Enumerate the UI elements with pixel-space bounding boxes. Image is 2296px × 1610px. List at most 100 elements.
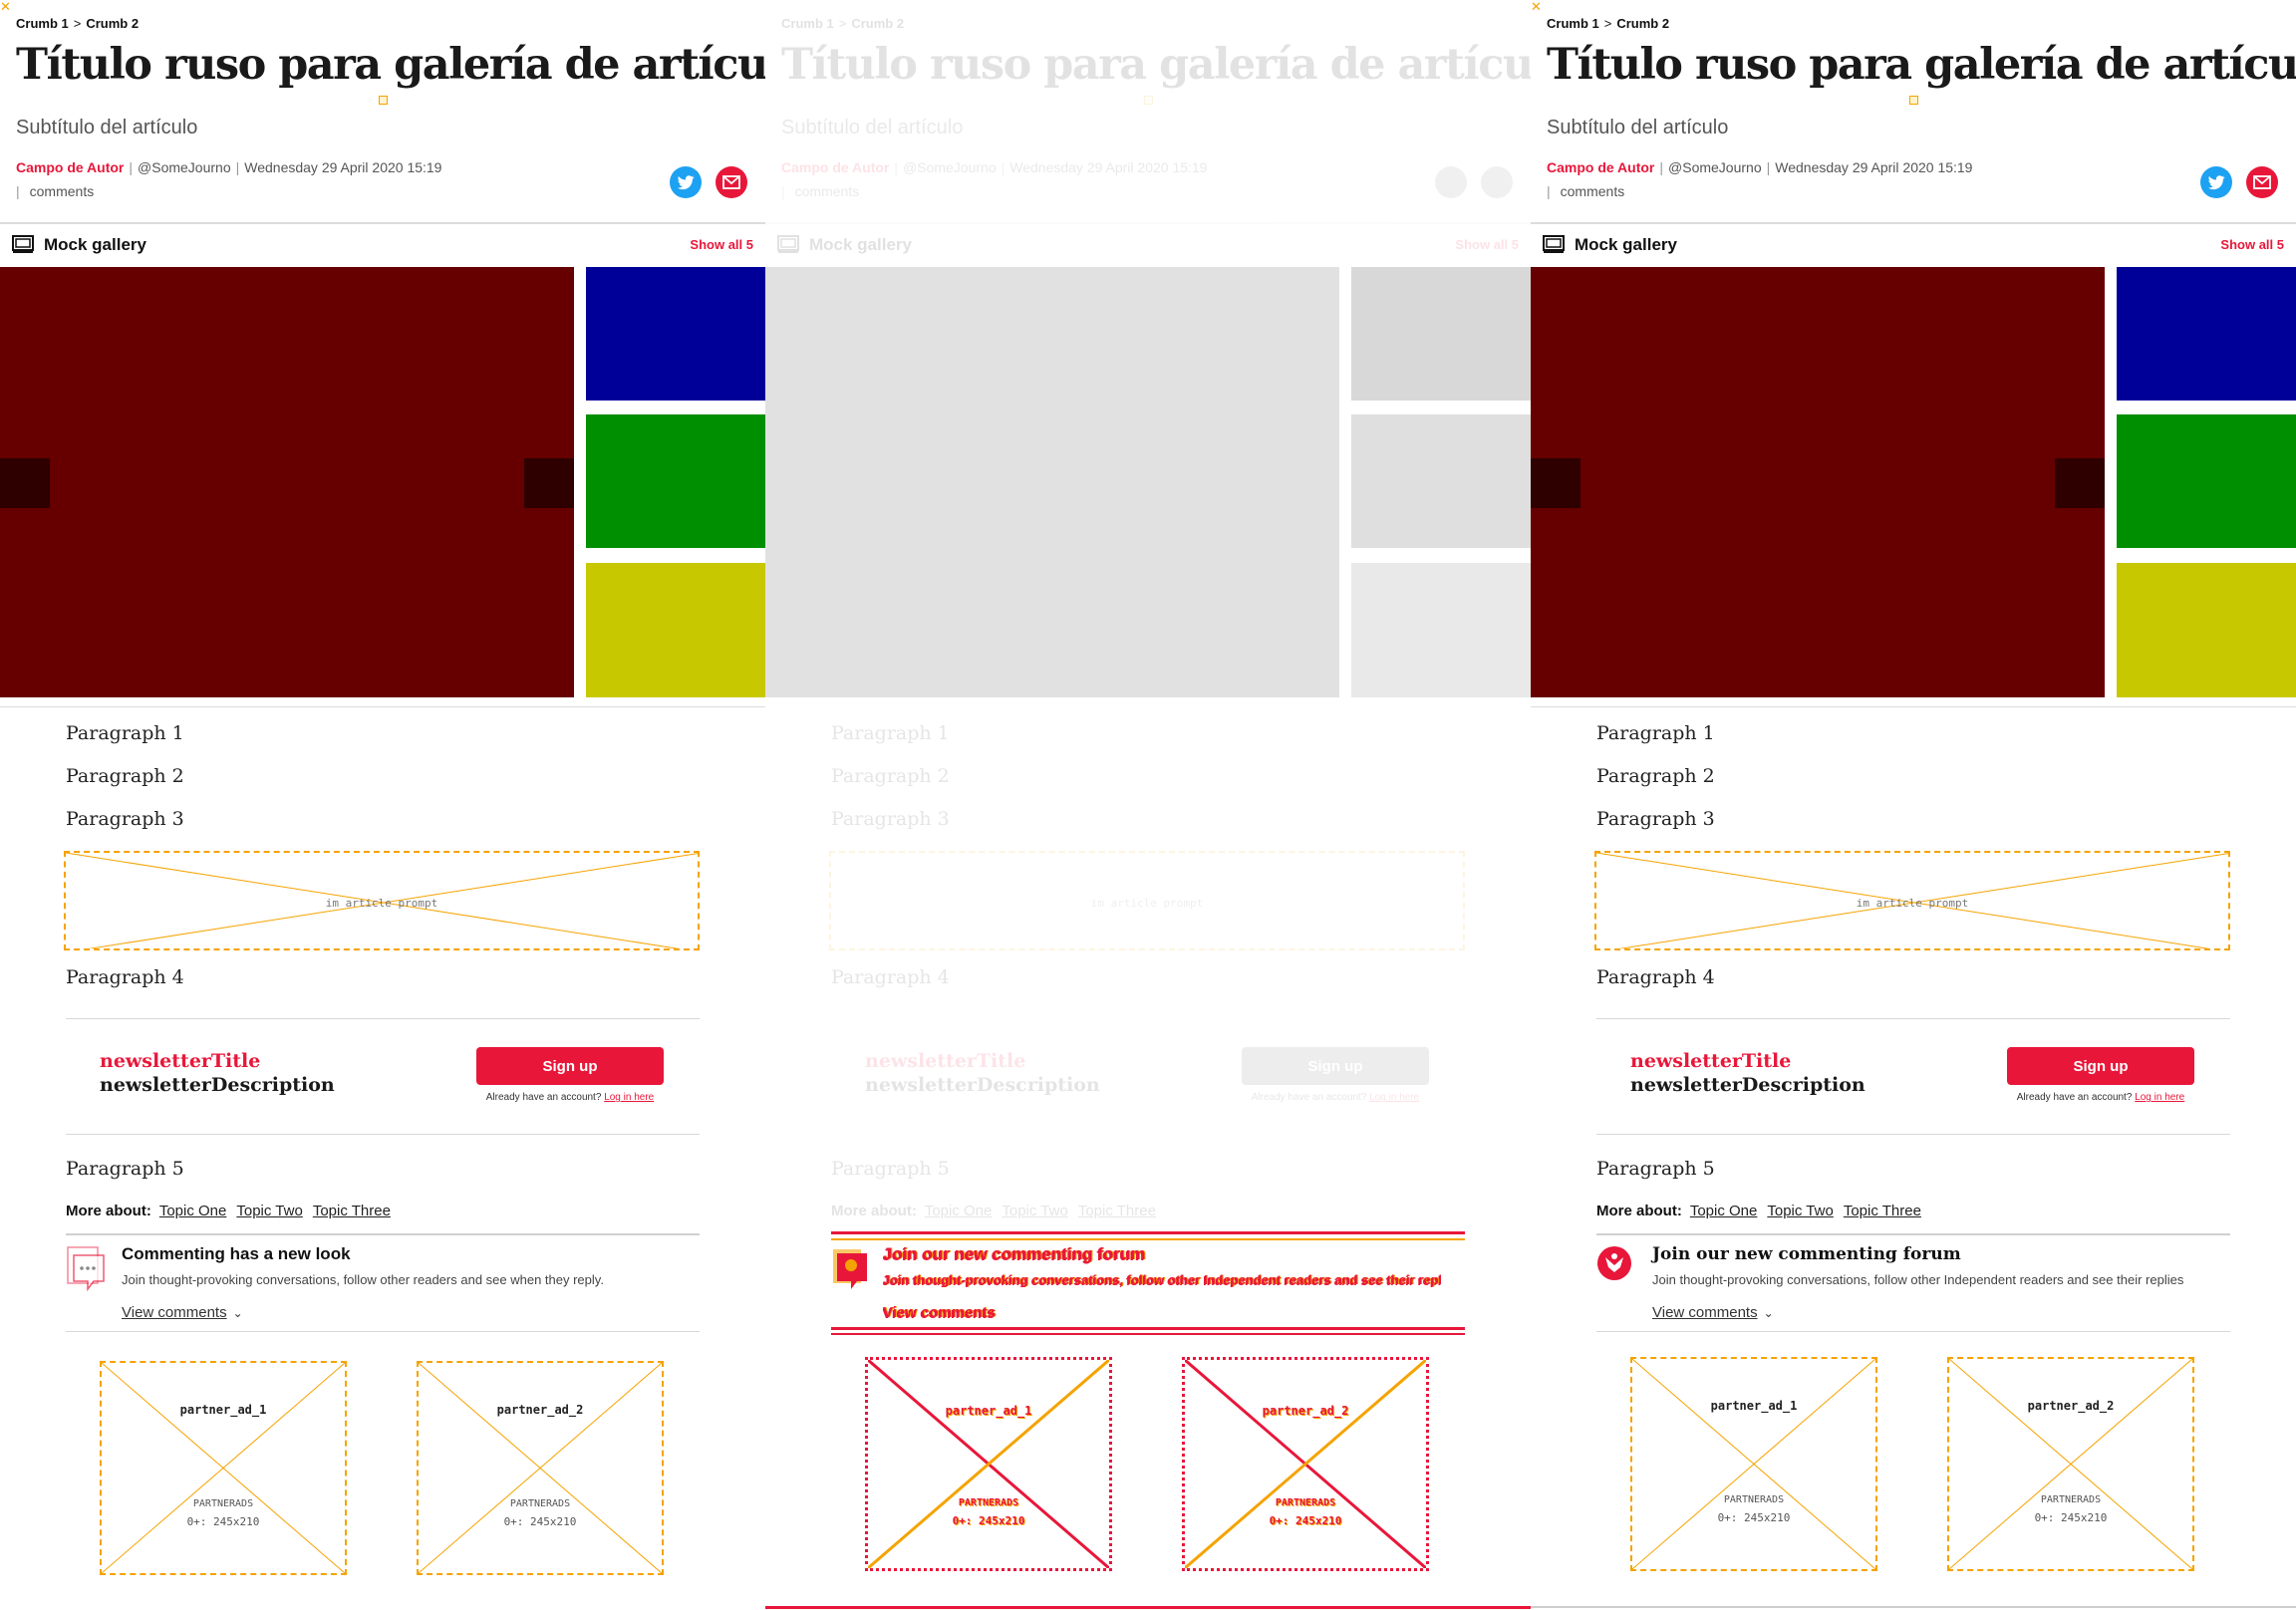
- commenting-description: Join thought-provoking conversations, fo…: [122, 1272, 604, 1287]
- paragraph-3: Paragraph 3: [66, 808, 184, 830]
- gallery-main-image[interactable]: [1531, 267, 2105, 697]
- more-about-topics: More about: Topic One Topic Two Topic Three: [66, 1203, 401, 1219]
- byline: Campo de Autor | @SomeJourno | Wednesday 29 …: [781, 159, 1208, 175]
- topic-link[interactable]: Topic Two: [1767, 1203, 1833, 1219]
- gallery-prev-button[interactable]: [0, 458, 50, 508]
- gallery-next-button[interactable]: [2055, 458, 2105, 508]
- share-twitter-button[interactable]: [1435, 166, 1467, 198]
- breadcrumb-separator: >: [1603, 16, 1612, 31]
- overlap-marker: [1909, 96, 1918, 105]
- gallery-thumbnail-1[interactable]: [586, 267, 765, 401]
- gallery-thumbnail-2[interactable]: [2117, 414, 2296, 548]
- overlap-marker: [1144, 96, 1153, 105]
- page-title: Título ruso para galería de artículos: [781, 40, 1531, 90]
- ad-type: PARTNERADS: [509, 1498, 571, 1509]
- diff-bottom-line: [765, 1606, 1531, 1609]
- diff-highlight-line: [831, 1238, 1465, 1240]
- breadcrumb-crumb-1[interactable]: Crumb 1: [16, 16, 69, 31]
- gallery-thumbnail-3[interactable]: [586, 563, 765, 697]
- gallery-next-button[interactable]: [524, 458, 574, 508]
- ad-name: partner_ad_2: [2027, 1399, 2115, 1413]
- newsletter-title: newsletterTitle: [865, 1050, 1026, 1072]
- prompt-label: im article prompt: [325, 897, 438, 910]
- topic-link[interactable]: Topic One: [925, 1203, 993, 1219]
- breadcrumb-crumb-2[interactable]: Crumb 2: [86, 16, 139, 31]
- gallery-main-image[interactable]: [765, 267, 1339, 697]
- gallery-icon: [1543, 235, 1565, 253]
- author-handle[interactable]: @SomeJourno: [1668, 159, 1762, 175]
- newsletter-description: newsletterDescription: [100, 1074, 335, 1096]
- publish-date: Wednesday 29 April 2020 15:19: [1009, 159, 1208, 175]
- login-prefix: Already have an account?: [485, 1092, 602, 1103]
- view-comments-button[interactable]: View comments ⌄: [122, 1304, 243, 1321]
- gallery-main-image[interactable]: [0, 267, 574, 697]
- comments-count[interactable]: | comments: [781, 183, 859, 199]
- twitter-icon: [2207, 175, 2225, 190]
- comments-count[interactable]: | comments: [16, 183, 94, 199]
- gallery-show-all-link[interactable]: Show all 5: [2220, 237, 2284, 252]
- gallery-icon: [777, 235, 799, 253]
- topic-link[interactable]: Topic One: [1690, 1203, 1758, 1219]
- author-handle[interactable]: @SomeJourno: [903, 159, 997, 175]
- topics-divider: [1596, 1233, 2230, 1235]
- diff-comment-icon: [833, 1249, 867, 1289]
- share-twitter-button[interactable]: [670, 166, 702, 198]
- commenting-title: Commenting has a new look: [122, 1244, 351, 1263]
- more-about-label: More about:: [831, 1203, 917, 1219]
- share-email-button[interactable]: [716, 166, 747, 198]
- topic-link[interactable]: Topic Three: [1844, 1203, 1921, 1219]
- byline: Campo de Autor | @SomeJourno | Wednesday 29 …: [1547, 159, 1973, 175]
- gallery-show-all-link[interactable]: Show all 5: [1455, 237, 1519, 252]
- topic-link[interactable]: Topic Two: [236, 1203, 302, 1219]
- breadcrumb-crumb-1[interactable]: Crumb 1: [1547, 16, 1599, 31]
- comments-label: comments: [1560, 183, 1625, 199]
- login-link[interactable]: Log in here: [604, 1092, 654, 1103]
- independent-eagle-icon: [1597, 1246, 1631, 1280]
- in-article-prompt-placeholder: im article prompt: [64, 851, 700, 950]
- partner-ad-placeholder: partner_ad_1 PARTNERADS 0+: 245x210: [1630, 1357, 1877, 1571]
- chevron-down-icon: ⌄: [232, 1306, 243, 1320]
- gallery-thumbnail-2[interactable]: [1351, 414, 1531, 548]
- gallery-thumbnail-1[interactable]: [1351, 267, 1531, 401]
- commenting-divider: [66, 1331, 700, 1332]
- login-link[interactable]: Log in here: [2135, 1092, 2184, 1103]
- share-email-button[interactable]: [2246, 166, 2278, 198]
- newsletter-signup-button[interactable]: Sign up: [2007, 1047, 2194, 1085]
- author-link[interactable]: Campo de Autor: [1547, 159, 1654, 175]
- topic-link[interactable]: Topic Three: [313, 1203, 391, 1219]
- gallery-icon: [12, 235, 34, 253]
- topic-link[interactable]: Topic Two: [1002, 1203, 1067, 1219]
- topic-link[interactable]: Topic Three: [1078, 1203, 1156, 1219]
- gallery-thumbnail-3[interactable]: [1351, 563, 1531, 697]
- view-comments-label: View comments: [1652, 1304, 1758, 1321]
- share-twitter-button[interactable]: [2200, 166, 2232, 198]
- bottom-divider: [1531, 1606, 2296, 1608]
- newsletter-signup-button[interactable]: Sign up: [476, 1047, 664, 1085]
- breadcrumb-crumb-2[interactable]: Crumb 2: [851, 16, 904, 31]
- article-subtitle: Subtítulo del artículo: [1547, 117, 1729, 138]
- gallery-title: Mock gallery: [809, 235, 912, 254]
- gallery-thumbnail-3[interactable]: [2117, 563, 2296, 697]
- comments-count[interactable]: | comments: [1547, 183, 1624, 199]
- breadcrumb-separator: >: [838, 16, 847, 31]
- view-comments-button[interactable]: View comments ⌄: [1652, 1304, 1774, 1321]
- more-about-topics: More about: Topic One Topic Two Topic Three: [1596, 1203, 1931, 1219]
- login-link[interactable]: Log in here: [1369, 1092, 1419, 1103]
- prompt-label: im article prompt: [1856, 897, 1969, 910]
- author-handle[interactable]: @SomeJourno: [138, 159, 231, 175]
- gallery-header: Mock gallery Show all 5: [777, 231, 1519, 259]
- author-link[interactable]: Campo de Autor: [781, 159, 889, 175]
- breadcrumb-crumb-2[interactable]: Crumb 2: [1616, 16, 1669, 31]
- gallery-thumbnail-2[interactable]: [586, 414, 765, 548]
- share-email-button[interactable]: [1481, 166, 1513, 198]
- topic-link[interactable]: Topic One: [159, 1203, 227, 1219]
- gallery-prev-button[interactable]: [1531, 458, 1580, 508]
- newsletter-top-divider: [66, 1018, 700, 1019]
- author-link[interactable]: Campo de Autor: [16, 159, 124, 175]
- breadcrumb-crumb-1[interactable]: Crumb 1: [781, 16, 834, 31]
- newsletter-signup-button[interactable]: Sign up: [1242, 1047, 1429, 1085]
- gallery-show-all-link[interactable]: Show all 5: [690, 237, 753, 252]
- ad-name: partner_ad_1: [179, 1403, 267, 1417]
- gallery-thumbnail-1[interactable]: [2117, 267, 2296, 401]
- paragraph-5: Paragraph 5: [831, 1158, 950, 1180]
